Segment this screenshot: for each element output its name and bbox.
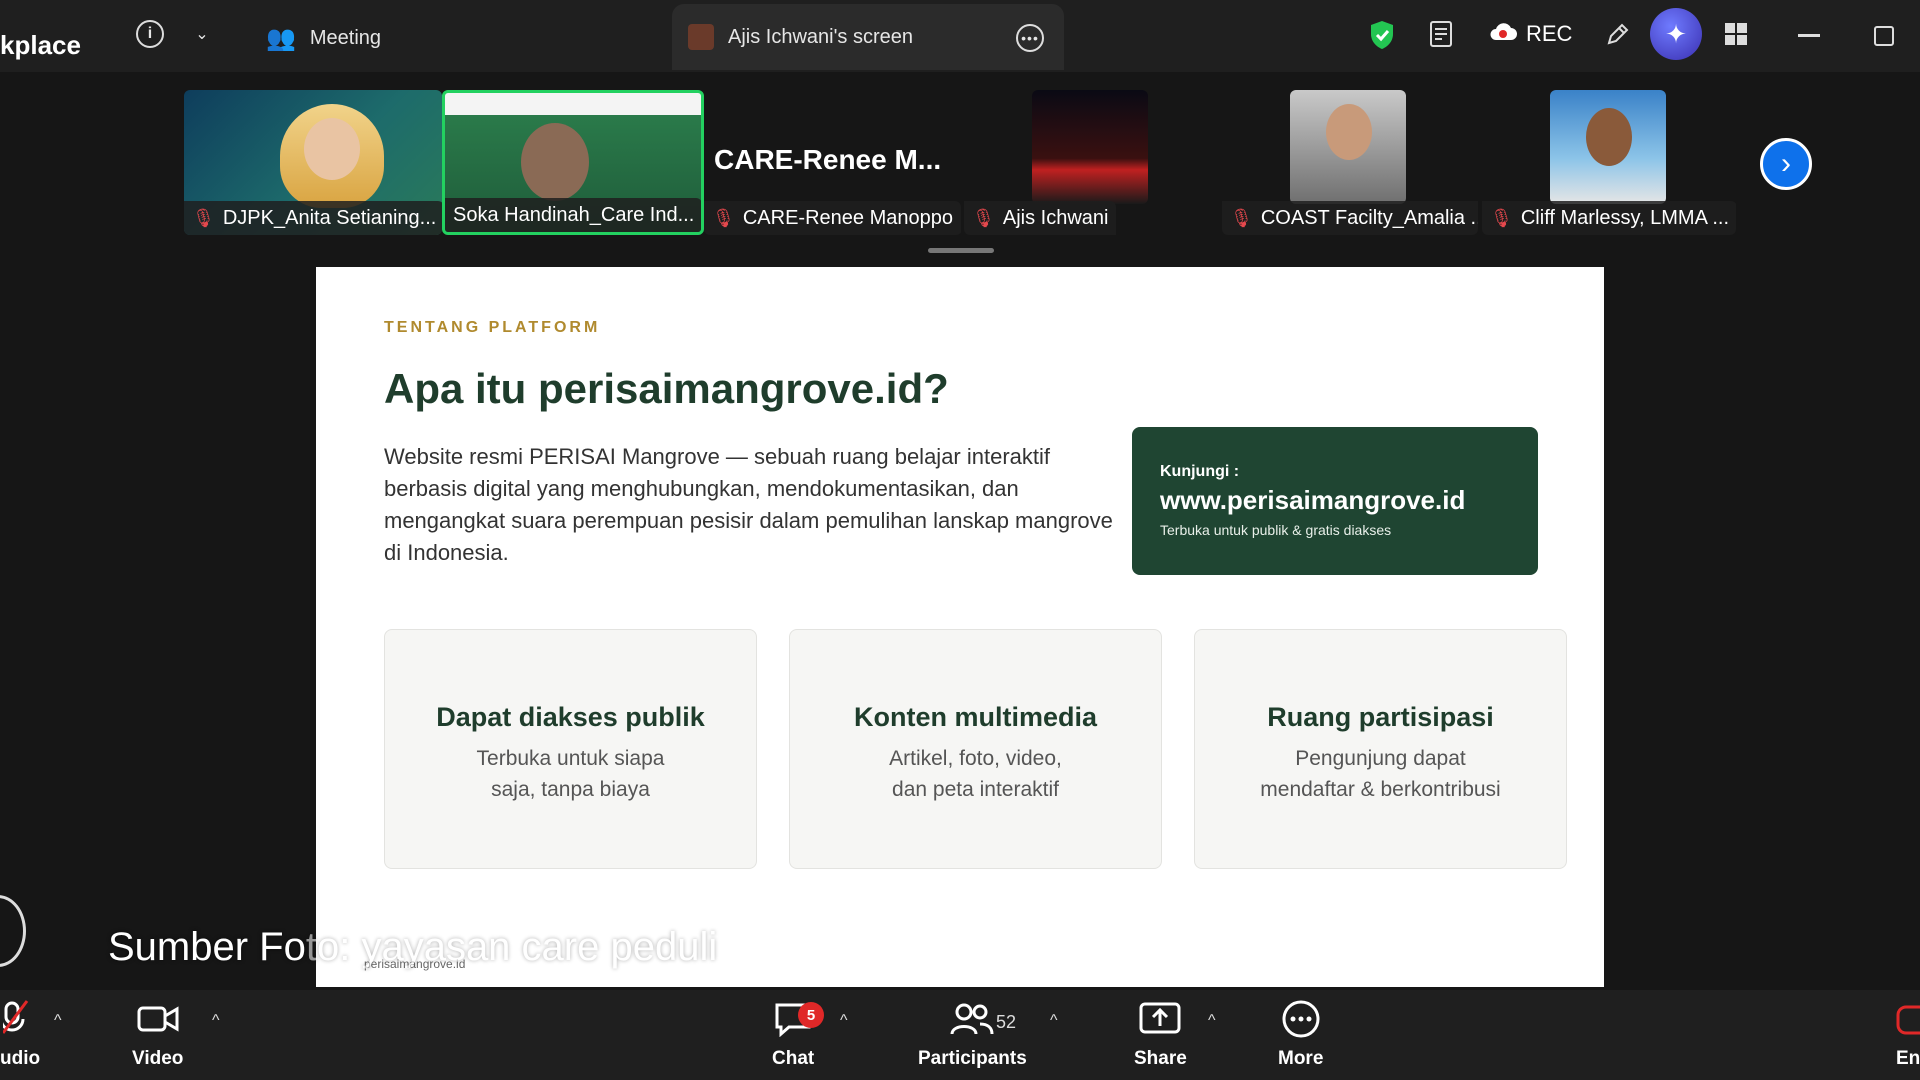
share-button[interactable]: Share [1134,998,1187,1070]
side-toggle-icon[interactable] [0,895,26,967]
end-meeting-icon [1896,998,1920,1040]
feature-description: Pengunjung dapat mendaftar & berkontribu… [1260,747,1501,801]
share-options-chevron-icon[interactable]: ^ [1208,1012,1216,1030]
shared-screen-slide: TENTANG PLATFORM Apa itu perisaimangrove… [316,267,1604,987]
mic-muted-icon: 🎙 [972,207,995,228]
ai-companion-icon[interactable]: ✦ [1650,8,1702,60]
share-screen-icon [1139,998,1181,1040]
participant-face [304,118,360,180]
share-label: Share [1134,1048,1187,1069]
feature-title: Ruang partisipasi [1267,702,1494,732]
slide-eyebrow: TENTANG PLATFORM [384,319,601,336]
visit-note: Terbuka untuk publik & gratis diakses [1160,522,1392,538]
feature-title: Dapat diakses publik [436,702,705,732]
meeting-toolbar: udio ^ Video ^ Chat ^ Participants ^ Sha… [0,990,1920,1080]
end-button[interactable]: En [1896,998,1920,1070]
info-icon[interactable]: i [136,20,164,48]
presenter-avatar [688,24,714,50]
participant-face [521,123,589,201]
feature-title: Konten multimedia [853,702,1097,732]
more-options-icon[interactable]: ••• [1016,24,1044,52]
feature-description: Terbuka untuk siapa saja, tanpa biaya [476,747,665,801]
chat-unread-badge: 5 [798,1002,824,1028]
meeting-label: Meeting [309,27,382,49]
mic-muted-icon: 🎙 [192,207,215,228]
participant-tile[interactable]: 🎙 Ajis Ichwani [964,90,1150,235]
participant-video [1032,90,1148,204]
top-bar: kplace i ⌄ 👥 Meeting Ajis Ichwani's scre… [0,0,1920,72]
video-label: Video [132,1048,184,1069]
next-page-chevron-icon[interactable]: › [1760,138,1812,190]
audio-options-chevron-icon[interactable]: ^ [54,1012,62,1030]
video-options-chevron-icon[interactable]: ^ [212,1012,220,1030]
mic-muted-icon [3,998,37,1040]
feature-card: Ruang partisipasi Pengunjung dapat menda… [1194,629,1567,869]
participant-name-label: 🎙 COAST Facilty_Amalia ... [1222,201,1478,235]
zoom-meeting-window: kplace i ⌄ 👥 Meeting Ajis Ichwani's scre… [0,0,1920,1080]
rec-label: REC [1526,21,1573,46]
participants-button[interactable]: Participants [918,998,1027,1070]
chat-label: Chat [772,1048,815,1069]
participant-tile[interactable]: 🎙 CARE-Renee Manoppo [704,90,962,235]
feature-description: Artikel, foto, video, dan peta interakti… [889,747,1062,801]
restore-window-icon[interactable] [1874,26,1894,46]
visit-card: Kunjungi : www.perisaimangrove.id Terbuk… [1132,427,1538,575]
participant-tile[interactable]: 🎙 Cliff Marlessy, LMMA ... [1482,90,1736,235]
feature-card: Dapat diakses publik Terbuka untuk siapa… [384,629,757,869]
video-camera-icon [137,998,179,1040]
participant-name-label: 🎙 Cliff Marlessy, LMMA ... [1482,201,1736,235]
record-button[interactable]: REC [1488,20,1572,48]
participants-icon [950,998,994,1040]
participant-tile-active[interactable]: Soka Handinah_Care Ind... [442,90,704,235]
app-title: kplace [0,30,81,60]
participant-name-label: 🎙 Ajis Ichwani [964,201,1117,235]
more-label: More [1278,1048,1324,1069]
audio-label: udio [0,1048,41,1069]
participant-face [1586,108,1632,166]
participant-tile[interactable]: 🎙 DJPK_Anita Setianing... [184,90,442,235]
participant-name-label: Soka Handinah_Care Ind... [445,198,701,232]
video-button[interactable]: Video [132,998,183,1070]
mic-muted-icon: 🎙 [1230,207,1253,228]
participant-filmstrip: 🎙 DJPK_Anita Setianing... Soka Handinah_… [0,72,1920,262]
mic-muted-icon: 🎙 [712,207,735,228]
minimize-icon[interactable] [1798,34,1820,37]
mic-muted-icon: 🎙 [1490,207,1513,228]
people-icon: 👥 [266,25,296,52]
participants-options-chevron-icon[interactable]: ^ [1050,1012,1058,1030]
filmstrip-resize-handle[interactable] [928,248,994,253]
visit-label: Kunjungi : [1160,463,1240,480]
apps-grid-icon[interactable] [1722,20,1750,48]
screen-share-label: Ajis Ichwani's screen [728,25,913,48]
annotate-pen-icon[interactable] [1604,20,1632,48]
more-dots-icon [1281,998,1321,1040]
end-label: En [1896,1048,1920,1069]
shield-icon[interactable] [1368,20,1396,50]
feature-card: Konten multimedia Artikel, foto, video, … [789,629,1162,869]
more-button[interactable]: More [1278,998,1323,1070]
visit-url: www.perisaimangrove.id [1160,485,1466,515]
slide-description: Website resmi PERISAI Mangrove — sebuah … [384,444,1113,565]
screen-share-tab[interactable]: Ajis Ichwani's screen ••• [672,4,1064,70]
chat-options-chevron-icon[interactable]: ^ [840,1012,848,1030]
meeting-menu[interactable]: 👥 Meeting [266,24,381,53]
chevron-down-icon[interactable]: ⌄ [192,22,212,46]
participant-face [1326,104,1372,160]
participants-label: Participants [918,1048,1027,1069]
audio-button[interactable]: udio [0,998,40,1070]
participant-name-label: 🎙 CARE-Renee Manoppo [704,201,961,235]
participant-name-label: 🎙 DJPK_Anita Setianing... [184,201,442,235]
participants-count: 52 [996,1012,1017,1032]
slide-title: Apa itu perisaimangrove.id? [384,365,949,412]
cloud-record-icon [1488,20,1518,48]
participant-tile[interactable]: 🎙 COAST Facilty_Amalia ... [1222,90,1478,235]
notes-icon[interactable] [1428,20,1456,50]
photo-source-caption: Sumber Foto: yayasan care peduli [108,925,718,969]
